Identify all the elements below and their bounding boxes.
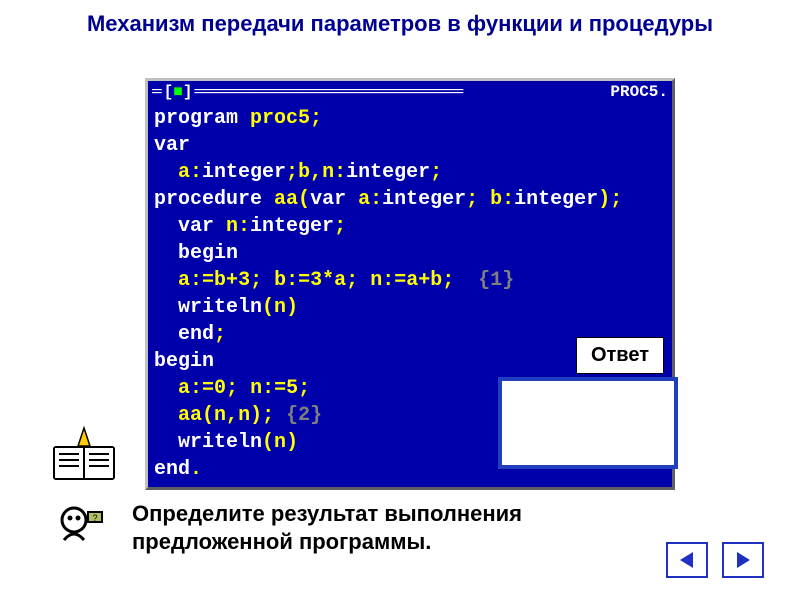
code-line: var (154, 132, 666, 159)
answer-button[interactable]: Ответ (576, 337, 664, 374)
titlebar-dash-mid: ════════════════════════════ (194, 83, 606, 101)
ide-filename: PROC5. (606, 83, 672, 101)
prev-arrow-icon[interactable] (666, 542, 708, 578)
code-line: a:=b+3; b:=3*a; n:=a+b; {1} (154, 267, 666, 294)
next-arrow-icon[interactable] (722, 542, 764, 578)
ide-titlebar: ═ [■] ════════════════════════════ PROC5… (148, 81, 672, 103)
nav-arrows (666, 542, 764, 578)
close-icon[interactable]: [■] (162, 83, 195, 101)
code-line: a:integer;b,n:integer; (154, 159, 666, 186)
thinker-icon[interactable]: ? (52, 500, 112, 560)
code-line: var n:integer; (154, 213, 666, 240)
answer-output-box (498, 377, 678, 469)
code-line: program proc5; (154, 105, 666, 132)
svg-text:?: ? (92, 513, 97, 523)
task-text-line2: предложенной программы. (132, 528, 522, 556)
slide-title: Механизм передачи параметров в функции и… (0, 0, 800, 47)
task-text: Определите результат выполнения предложе… (132, 500, 522, 556)
book-icon[interactable] (45, 418, 123, 496)
code-line: writeln(n) (154, 294, 666, 321)
code-line: procedure aa(var a:integer; b:integer); (154, 186, 666, 213)
code-line: begin (154, 240, 666, 267)
ide-window: ═ [■] ════════════════════════════ PROC5… (145, 78, 675, 490)
titlebar-dash-left: ═ (148, 83, 162, 101)
task-text-line1: Определите результат выполнения (132, 500, 522, 528)
